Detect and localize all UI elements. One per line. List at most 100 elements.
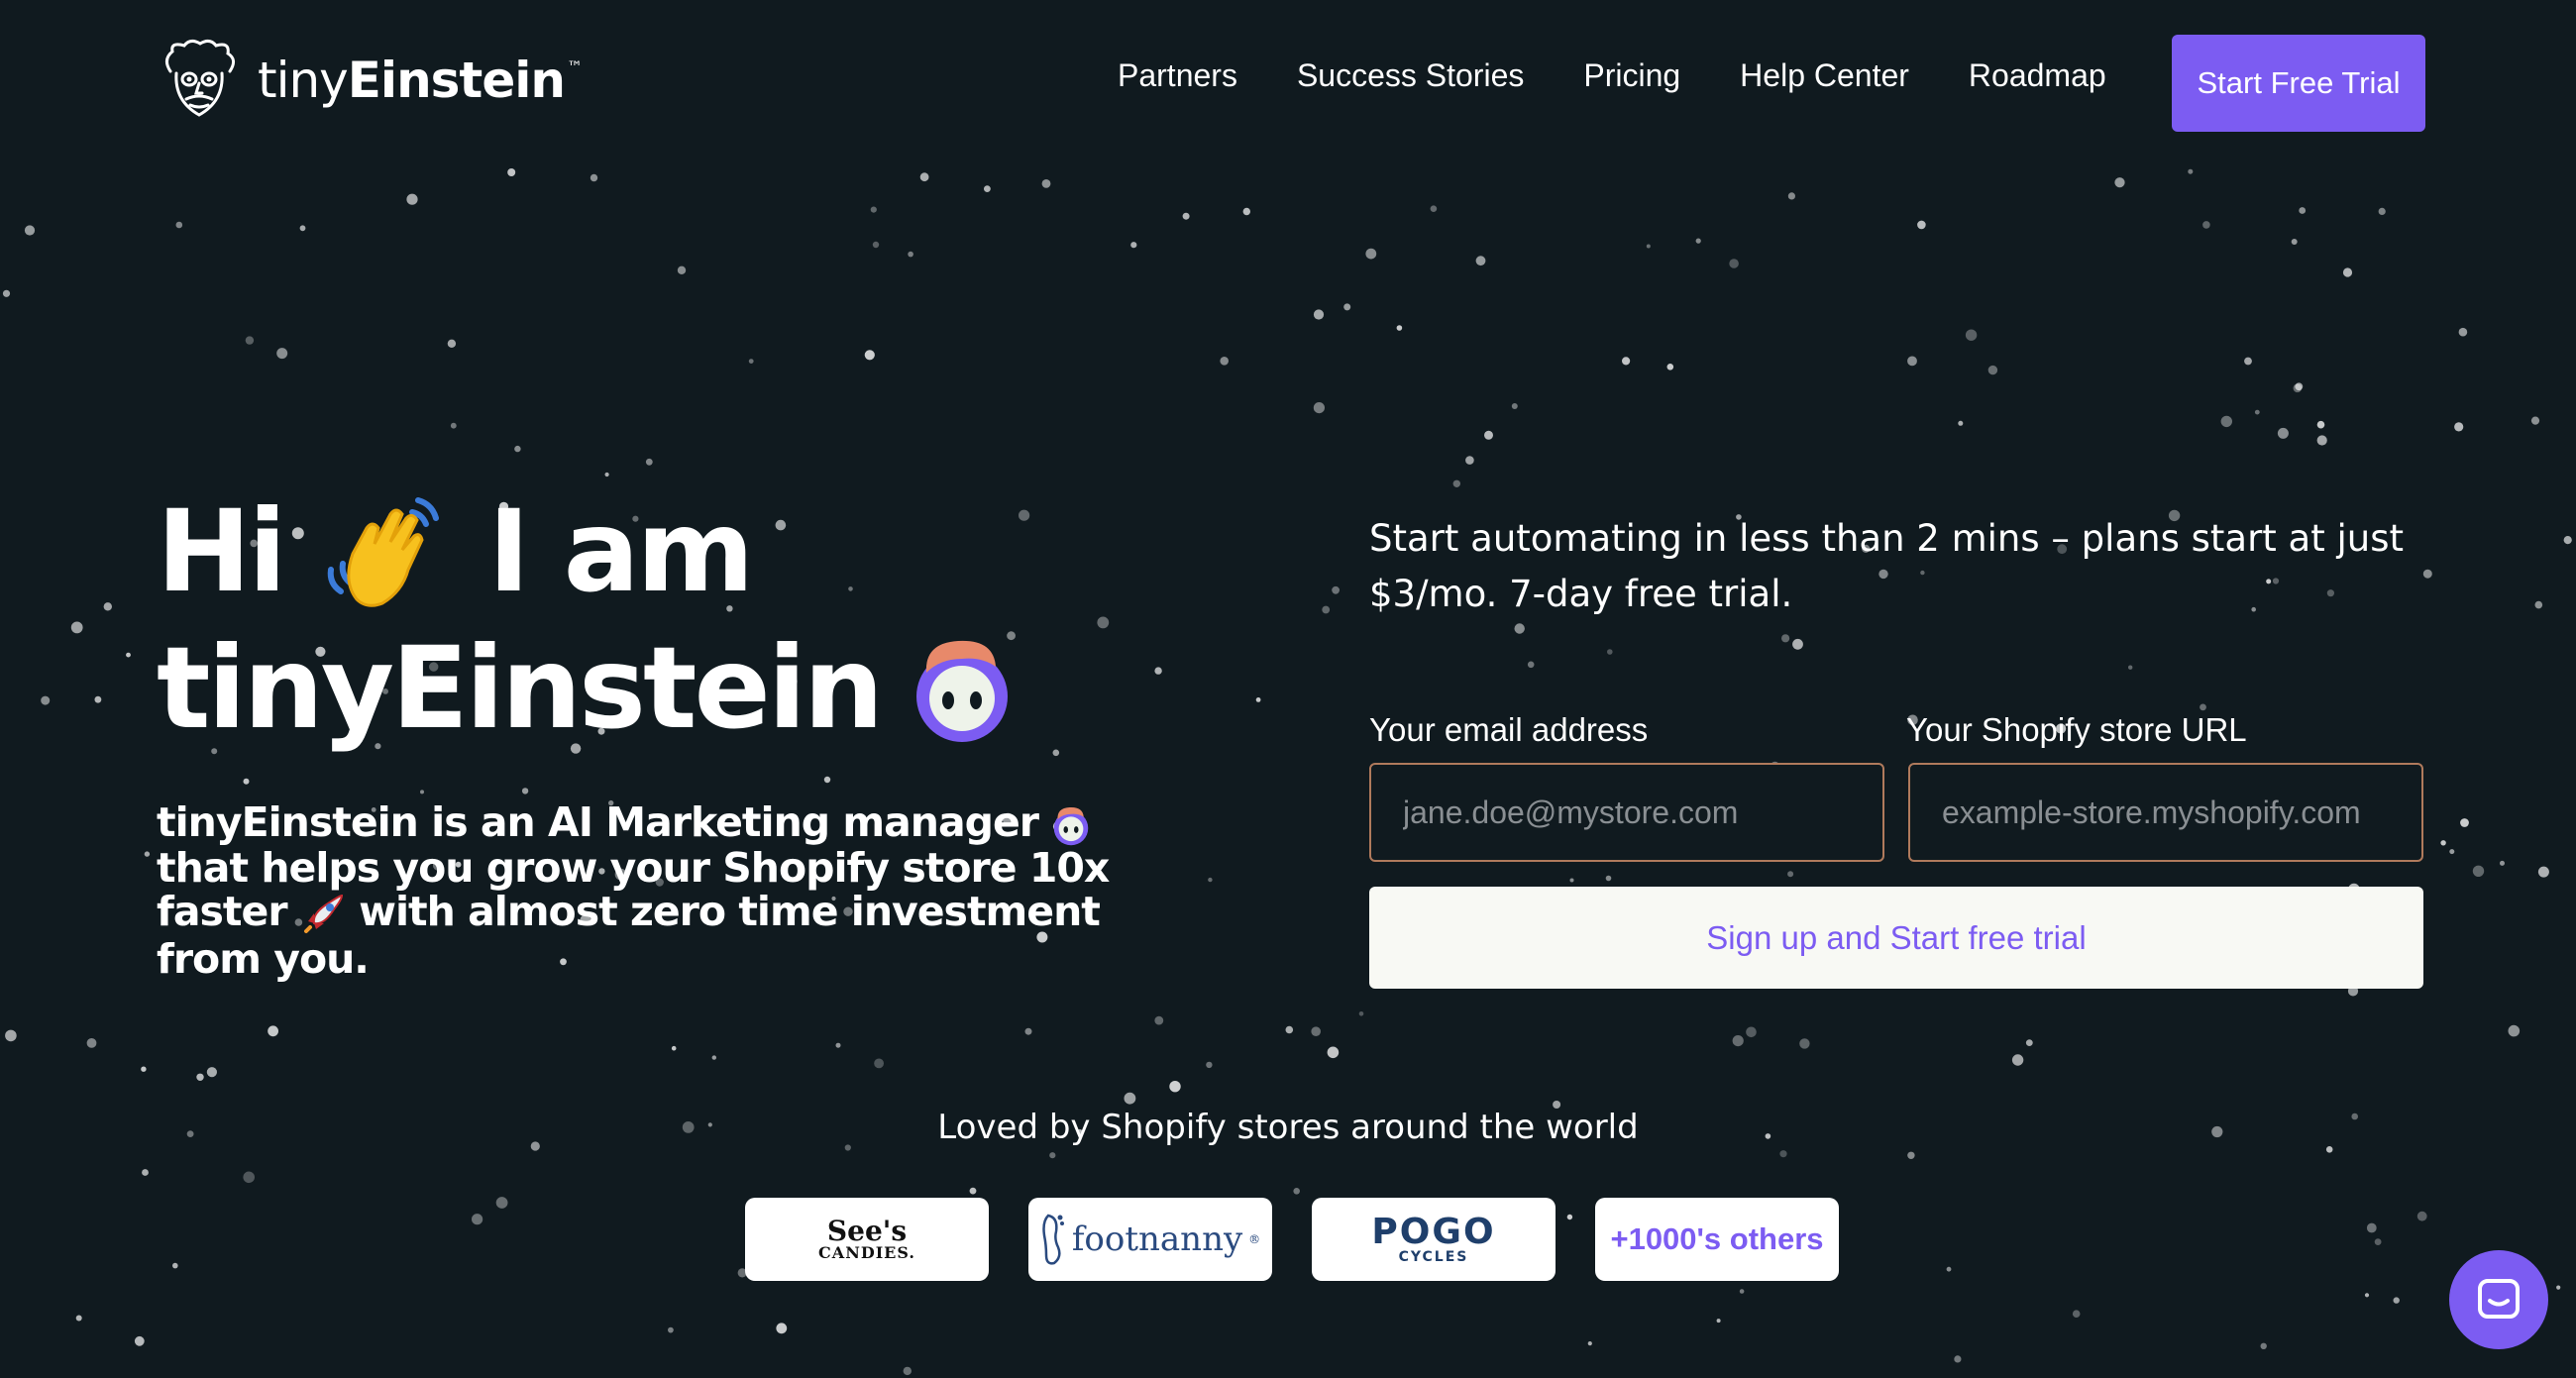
star [1946, 1266, 1952, 1272]
nav-link-partners[interactable]: Partners [1118, 57, 1237, 94]
star [1958, 420, 1964, 426]
star [447, 339, 457, 348]
star [1787, 871, 1794, 878]
nav-link-pricing[interactable]: Pricing [1583, 57, 1680, 94]
star [748, 359, 754, 364]
signup-submit-button[interactable]: Sign up and Start free trial [1369, 887, 2423, 989]
star [495, 1197, 508, 1209]
star [2534, 600, 2543, 609]
star [472, 1214, 483, 1225]
star [299, 225, 306, 232]
star [1154, 1015, 1164, 1025]
star [206, 1067, 217, 1078]
star [406, 193, 418, 205]
star [1396, 325, 1403, 331]
star [1987, 365, 1998, 375]
star [142, 1169, 149, 1176]
einstein-face-icon [165, 39, 235, 117]
hero-i-am: I am [487, 485, 754, 617]
email-field[interactable] [1369, 763, 1884, 862]
star [514, 445, 521, 453]
star [1343, 303, 1351, 311]
chat-icon [2478, 1279, 2520, 1319]
store-url-field[interactable] [1908, 763, 2423, 862]
star [1332, 585, 1340, 594]
star [1907, 356, 1917, 367]
star [2449, 849, 2455, 855]
star [1746, 1026, 1757, 1038]
star [2277, 427, 2289, 439]
star [1739, 1289, 1745, 1294]
star [677, 265, 687, 274]
hero-line-1: Hi I am [157, 483, 1048, 620]
star [864, 350, 875, 361]
star [2295, 382, 2304, 391]
star [2393, 1297, 2400, 1304]
star [2460, 818, 2469, 827]
nav-link-success-stories[interactable]: Success Stories [1297, 57, 1524, 94]
star [1779, 1150, 1787, 1158]
star [2563, 536, 2572, 545]
star [450, 422, 457, 429]
nav-link-roadmap[interactable]: Roadmap [1969, 57, 2106, 94]
star [2316, 435, 2327, 446]
star [2260, 1342, 2267, 1350]
star [1954, 1355, 1962, 1363]
email-label: Your email address [1369, 711, 1649, 748]
star [1154, 667, 1162, 675]
star [604, 472, 609, 477]
brand-name-light: tiny [258, 52, 349, 109]
star [268, 1025, 278, 1037]
star [1365, 248, 1377, 260]
star [1452, 479, 1461, 487]
star [70, 621, 83, 634]
start-free-trial-button[interactable]: Start Free Trial [2172, 35, 2425, 132]
star [2458, 327, 2468, 337]
star [2114, 177, 2125, 188]
star [420, 790, 424, 795]
hero-description: tinyEinstein is an AI Marketing manager … [157, 800, 1127, 981]
brand-name: tinyEinstein ™ [258, 52, 583, 109]
star [144, 851, 151, 857]
star [1313, 402, 1325, 414]
others-count-badge: +1000's others [1595, 1198, 1839, 1281]
chat-launcher-button[interactable] [2449, 1250, 2548, 1349]
star [1646, 244, 1651, 249]
star [835, 1042, 841, 1048]
signup-pitch: Start automating in less than 2 mins – p… [1369, 517, 2405, 615]
star [984, 185, 991, 193]
star [1169, 1081, 1181, 1093]
pogo-line-1: POGO [1371, 1212, 1496, 1252]
sees-line-1: See's [826, 1215, 908, 1247]
hero-greeting: Hi [157, 485, 286, 617]
star [1327, 1046, 1340, 1059]
star [668, 1326, 674, 1333]
star [1917, 220, 1926, 230]
star [2200, 703, 2206, 711]
star [1587, 1341, 1592, 1346]
star [908, 251, 913, 258]
nav-link-help-center[interactable]: Help Center [1740, 57, 1909, 94]
star [1514, 623, 1525, 634]
star [969, 1187, 977, 1195]
star [1052, 749, 1060, 757]
star [1907, 1151, 1915, 1160]
brand-logo[interactable]: tinyEinstein ™ [157, 38, 583, 123]
star [2316, 420, 2325, 429]
star [1322, 605, 1331, 614]
star [1242, 207, 1251, 216]
star [103, 602, 113, 611]
hero-line-2: tinyEinstein [157, 620, 1048, 757]
star [823, 776, 831, 784]
star [776, 1323, 788, 1334]
star [1097, 616, 1110, 629]
star [41, 695, 51, 705]
star [243, 1171, 255, 1184]
hero-desc-part-3: with almost zero time investment from yo… [157, 888, 1101, 983]
foot-icon [1042, 1214, 1064, 1265]
star [711, 1055, 716, 1060]
star [2364, 1293, 2370, 1298]
star [1130, 242, 1137, 249]
star [919, 172, 929, 182]
footnanny-text: footnanny [1071, 1219, 1243, 1259]
